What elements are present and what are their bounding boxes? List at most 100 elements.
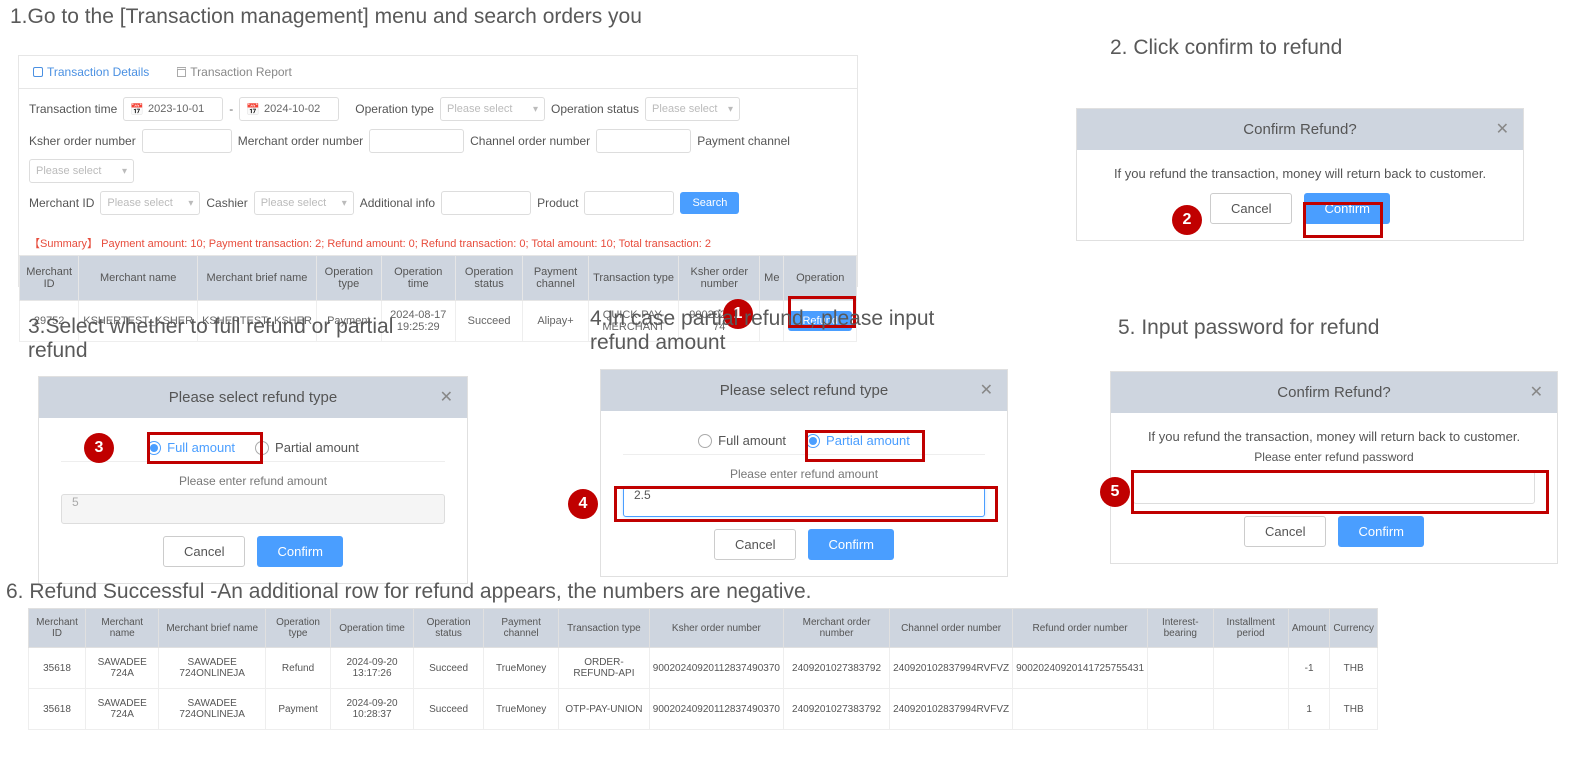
table-header: Installment period bbox=[1213, 609, 1288, 648]
calendar-icon: 📅 bbox=[130, 103, 144, 116]
table-header: Merchant brief name bbox=[159, 609, 266, 648]
radio-partial-amount[interactable]: Partial amount bbox=[255, 440, 359, 455]
label-merchant-order: Merchant order number bbox=[238, 134, 363, 148]
product-input[interactable] bbox=[584, 191, 674, 215]
highlight-password bbox=[1131, 470, 1549, 514]
badge-4: 4 bbox=[568, 489, 598, 519]
table-header: Amount bbox=[1288, 609, 1329, 648]
close-icon[interactable]: ✕ bbox=[1496, 119, 1509, 139]
table-header: Ksher order number bbox=[649, 609, 783, 648]
label-channel-order: Channel order number bbox=[470, 134, 590, 148]
label-payment-channel: Payment channel bbox=[697, 134, 790, 148]
modal-header: Confirm Refund?✕ bbox=[1111, 372, 1557, 413]
chevron-down-icon: ▾ bbox=[188, 198, 193, 209]
enter-amount-label: Please enter refund amount bbox=[623, 467, 985, 481]
table-header: Refund order number bbox=[1013, 609, 1148, 648]
table-header: Merchant ID bbox=[29, 609, 86, 648]
table-row: 35618SAWADEE 724ASAWADEE 724ONLINEJAPaym… bbox=[29, 689, 1378, 730]
summary-text: 【Summary】 Payment amount: 10; Payment tr… bbox=[19, 231, 857, 255]
payment-channel-select[interactable]: Please select▾ bbox=[29, 159, 134, 183]
cashier-select[interactable]: Please select▾ bbox=[254, 191, 354, 215]
tab-transaction-details[interactable]: Transaction Details bbox=[19, 56, 163, 88]
table-header: Operation type bbox=[266, 609, 331, 648]
badge-2: 2 bbox=[1172, 205, 1202, 235]
confirm-button[interactable]: Confirm bbox=[1338, 516, 1424, 547]
merchant-order-input[interactable] bbox=[369, 129, 464, 153]
step4-title: 4.In case partial refund , please input … bbox=[590, 307, 990, 355]
refund-table: Merchant IDMerchant nameMerchant brief n… bbox=[28, 608, 1378, 730]
label-additional: Additional info bbox=[360, 196, 435, 210]
label-op-status: Operation status bbox=[551, 102, 639, 116]
transaction-panel: Transaction Details Transaction Report T… bbox=[18, 55, 858, 287]
close-icon[interactable]: ✕ bbox=[1530, 382, 1543, 402]
chevron-down-icon: ▾ bbox=[728, 104, 733, 115]
details-icon bbox=[33, 67, 43, 77]
close-icon[interactable]: ✕ bbox=[440, 387, 453, 407]
step1-title: 1.Go to the [Transaction management] men… bbox=[10, 5, 642, 29]
table-header: Operation type bbox=[316, 256, 381, 301]
date-from-input[interactable]: 📅2023-10-01 bbox=[123, 97, 223, 121]
cancel-button[interactable]: Cancel bbox=[163, 536, 245, 567]
table-header: Merchant name bbox=[79, 256, 198, 301]
label-ksher-order: Ksher order number bbox=[29, 134, 136, 148]
cancel-button[interactable]: Cancel bbox=[714, 529, 796, 560]
additional-input[interactable] bbox=[441, 191, 531, 215]
radio-off-icon bbox=[698, 434, 712, 448]
date-to-input[interactable]: 📅2024-10-02 bbox=[239, 97, 339, 121]
table-header: Payment channel bbox=[484, 609, 559, 648]
modal-refund-type-partial: Please select refund type✕ Full amount P… bbox=[600, 369, 1008, 577]
table-header: Merchant name bbox=[86, 609, 159, 648]
op-status-select[interactable]: Please select▾ bbox=[645, 97, 740, 121]
op-type-select[interactable]: Please select▾ bbox=[440, 97, 545, 121]
label-op-type: Operation type bbox=[355, 102, 434, 116]
highlight-confirm bbox=[1303, 202, 1383, 238]
modal-header: Please select refund type✕ bbox=[601, 370, 1007, 411]
table-header: Payment channel bbox=[523, 256, 588, 301]
table-header: Operation status bbox=[455, 256, 522, 301]
cancel-button[interactable]: Cancel bbox=[1210, 193, 1292, 224]
modal-body-text: If you refund the transaction, money wil… bbox=[1133, 429, 1535, 444]
table-header: Transaction type bbox=[559, 609, 650, 648]
highlight-partial bbox=[805, 430, 925, 462]
highlight-full bbox=[147, 432, 263, 464]
label-txn-time: Transaction time bbox=[29, 102, 117, 116]
channel-order-input[interactable] bbox=[596, 129, 691, 153]
table-header: Merchant order number bbox=[783, 609, 889, 648]
modal-header: Please select refund type✕ bbox=[39, 377, 467, 418]
confirm-button[interactable]: Confirm bbox=[808, 529, 894, 560]
table-header: Transaction type bbox=[588, 256, 679, 301]
table-header: Ksher order number bbox=[679, 256, 760, 301]
table-header: Merchant brief name bbox=[198, 256, 317, 301]
step2-title: 2. Click confirm to refund bbox=[1110, 36, 1342, 60]
date-dash: - bbox=[229, 102, 233, 116]
refund-amount-input: 5 bbox=[61, 494, 445, 524]
table-header: Currency bbox=[1330, 609, 1378, 648]
table-header: Operation bbox=[784, 256, 857, 301]
tab-transaction-report[interactable]: Transaction Report bbox=[163, 56, 306, 88]
label-cashier: Cashier bbox=[206, 196, 247, 210]
radio-full-amount[interactable]: Full amount bbox=[698, 433, 786, 448]
confirm-button[interactable]: Confirm bbox=[257, 536, 343, 567]
ksher-order-input[interactable] bbox=[142, 129, 232, 153]
table-header: Interest-bearing bbox=[1148, 609, 1213, 648]
modal-header: Confirm Refund?✕ bbox=[1077, 109, 1523, 150]
table-header: Merchant ID bbox=[20, 256, 79, 301]
modal-confirm-refund: Confirm Refund?✕ If you refund the trans… bbox=[1076, 108, 1524, 241]
enter-amount-label: Please enter refund amount bbox=[61, 474, 445, 488]
label-merchant-id: Merchant ID bbox=[29, 196, 94, 210]
table-header: Operation time bbox=[331, 609, 414, 648]
table-header: Operation time bbox=[381, 256, 455, 301]
chevron-down-icon: ▾ bbox=[342, 198, 347, 209]
calendar-icon: 📅 bbox=[246, 103, 260, 116]
chevron-down-icon: ▾ bbox=[122, 166, 127, 177]
refund-result-panel: Merchant IDMerchant nameMerchant brief n… bbox=[28, 608, 1378, 730]
password-label: Please enter refund password bbox=[1133, 450, 1535, 464]
step6-title: 6. Refund Successful -An additional row … bbox=[6, 580, 811, 604]
close-icon[interactable]: ✕ bbox=[980, 380, 993, 400]
merchant-id-select[interactable]: Please select▾ bbox=[100, 191, 200, 215]
step3-title: 3.Select whether to full refund or parti… bbox=[28, 315, 428, 363]
modal-refund-type-full: Please select refund type✕ Full amount P… bbox=[38, 376, 468, 584]
badge-3: 3 bbox=[84, 433, 114, 463]
cancel-button[interactable]: Cancel bbox=[1244, 516, 1326, 547]
search-button[interactable]: Search bbox=[680, 192, 739, 214]
